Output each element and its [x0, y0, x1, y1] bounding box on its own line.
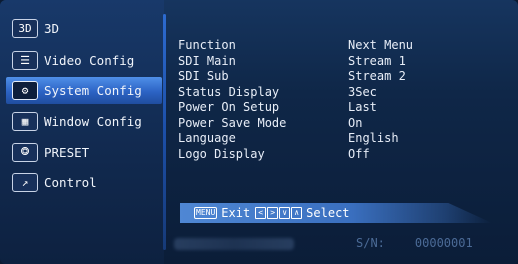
setting-row-sdi-main[interactable]: SDI Main Stream 1: [178, 54, 498, 70]
setting-label: SDI Sub: [178, 69, 229, 83]
sidebar-item-label: 3D: [44, 20, 60, 36]
setting-label: Status Display: [178, 84, 280, 99]
setting-row-power-save-mode[interactable]: Power Save Mode On: [178, 116, 498, 132]
sidebar-item-video-config[interactable]: ☰ Video Config: [6, 47, 162, 73]
sidebar-item-label: Window Config: [44, 113, 142, 129]
select-hint: Select: [306, 206, 350, 220]
sidebar: 3D 3D ☰ Video Config ⚙ System Config ▦ W…: [0, 0, 164, 264]
serial-label: S/N:: [356, 236, 385, 250]
exit-hint: Exit: [221, 206, 251, 220]
setting-row-logo-display[interactable]: Logo Display Off: [178, 147, 498, 163]
setting-label: Logo Display: [178, 146, 265, 161]
sidebar-item-label: System Config: [44, 83, 142, 98]
sidebar-item-3d[interactable]: 3D 3D: [6, 15, 162, 41]
sidebar-item-label: Control: [44, 174, 97, 190]
setting-label: Power On Setup: [178, 100, 280, 114]
down-arrow-key-icon: ∨: [279, 207, 291, 219]
right-arrow-key-icon: >: [267, 207, 279, 219]
osd-window: 3D 3D ☰ Video Config ⚙ System Config ▦ W…: [0, 0, 518, 264]
sidebar-item-preset[interactable]: ⭗ PRESET: [6, 139, 162, 165]
left-arrow-key-icon: <: [255, 207, 267, 219]
sidebar-item-label: Video Config: [44, 52, 135, 68]
setting-value[interactable]: Stream 1: [348, 54, 406, 70]
settings-header-row: Function Next Menu: [178, 38, 498, 54]
setting-value[interactable]: 3Sec: [348, 85, 377, 101]
setting-value[interactable]: Off: [348, 147, 370, 163]
preset-icon: ⭗: [12, 142, 38, 162]
column-header-next-menu: Next Menu: [348, 38, 414, 52]
serial-number: S/N: 00000001: [356, 236, 473, 250]
column-header-function: Function: [178, 38, 236, 52]
setting-label: Language: [178, 131, 236, 145]
up-arrow-key-icon: ∧: [291, 207, 303, 219]
setting-label: SDI Main: [178, 53, 236, 68]
setting-value[interactable]: On: [348, 116, 362, 132]
video-config-icon: ☰: [12, 50, 38, 70]
setting-value[interactable]: Last: [348, 100, 377, 116]
blurred-model-text: [174, 238, 294, 250]
settings-list: Function Next Menu SDI Main Stream 1 SDI…: [178, 38, 498, 162]
serial-value: 00000001: [414, 236, 473, 250]
setting-row-status-display[interactable]: Status Display 3Sec: [178, 85, 498, 101]
key-hint-bar: MENU Exit < > ∨ ∧ Select: [180, 203, 492, 223]
sidebar-item-label: PRESET: [44, 144, 90, 160]
gear-icon: ⚙: [12, 81, 38, 100]
setting-row-language[interactable]: Language English: [178, 131, 498, 147]
3d-badge-icon: 3D: [12, 18, 38, 38]
setting-label: Power Save Mode: [178, 115, 287, 130]
sidebar-item-system-config[interactable]: ⚙ System Config: [6, 77, 162, 104]
setting-value[interactable]: English: [348, 131, 399, 147]
sidebar-item-control[interactable]: ↗ Control: [6, 169, 162, 195]
window-config-icon: ▦: [12, 111, 38, 131]
setting-value[interactable]: Stream 2: [348, 69, 406, 85]
panel-divider: [163, 14, 166, 250]
setting-row-sdi-sub[interactable]: SDI Sub Stream 2: [178, 69, 498, 85]
control-icon: ↗: [12, 172, 38, 192]
setting-row-power-on-setup[interactable]: Power On Setup Last: [178, 100, 498, 116]
menu-key-icon: MENU: [194, 207, 218, 219]
sidebar-item-window-config[interactable]: ▦ Window Config: [6, 108, 162, 134]
